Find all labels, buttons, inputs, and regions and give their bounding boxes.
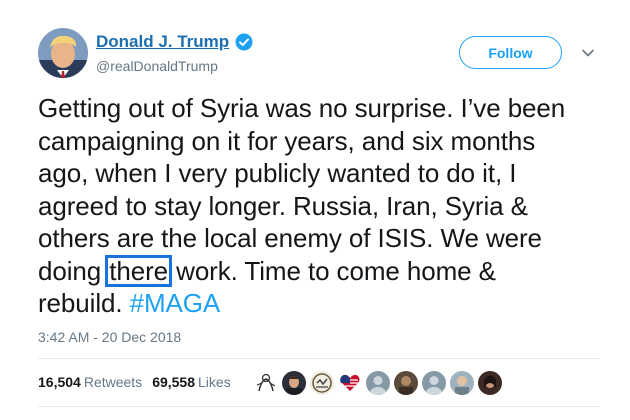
avatar-default-icon <box>422 371 446 395</box>
hashtag-link[interactable]: #MAGA <box>130 288 221 318</box>
divider <box>38 406 600 407</box>
avatar-flag-heart-icon <box>338 371 362 395</box>
user-handle[interactable]: @realDonaldTrump <box>96 58 218 74</box>
liker-avatars <box>254 371 506 395</box>
liker-avatar[interactable] <box>450 371 474 395</box>
engagement-stats: 16,504 Retweets 69,558 Likes <box>38 374 241 390</box>
liker-avatar[interactable] <box>282 371 306 395</box>
tweet-text-segment: doing <box>38 255 109 286</box>
tweet-card: Donald J. Trump @realDonaldTrump Follow … <box>0 0 630 420</box>
avatar-photo-icon <box>394 371 418 395</box>
tweet-line: others are the local enemy of ISIS. We w… <box>38 223 542 253</box>
retweets-count: 16,504 <box>38 374 81 390</box>
profile-avatar[interactable] <box>38 28 88 78</box>
name-row: Donald J. Trump <box>96 32 253 52</box>
highlighted-word: there <box>105 254 173 287</box>
tweet-text: Getting out of Syria was no surprise. I’… <box>38 92 613 320</box>
tweet-timestamp[interactable]: 3:42 AM - 20 Dec 2018 <box>38 329 181 345</box>
tweet-line: campaigning on it for years, and six mon… <box>38 125 536 156</box>
avatar-photo-icon <box>478 371 502 395</box>
liker-avatar[interactable] <box>310 371 334 395</box>
tweet-line: doing there work. Time to come home & <box>38 254 613 288</box>
tweet-line: Getting out of Syria was no surprise. I’… <box>38 93 566 123</box>
avatar-logo-icon <box>310 371 334 395</box>
tweet-text-segment: work. Time to come home & <box>169 255 496 286</box>
profile-photo-icon <box>38 28 88 78</box>
liker-avatar[interactable] <box>366 371 390 395</box>
liker-avatar[interactable] <box>422 371 446 395</box>
chevron-down-icon[interactable] <box>581 46 595 60</box>
liker-avatar[interactable] <box>338 371 362 395</box>
avatar-sketch-icon <box>254 371 278 395</box>
verified-badge-icon <box>235 33 253 51</box>
tweet-line: rebuild. #MAGA <box>38 287 613 320</box>
liker-avatar[interactable] <box>254 371 278 395</box>
liker-avatar[interactable] <box>478 371 502 395</box>
likes-stat[interactable]: 69,558 Likes <box>152 374 231 390</box>
follow-button[interactable]: Follow <box>459 36 562 69</box>
liker-avatar[interactable] <box>394 371 418 395</box>
retweets-label: Retweets <box>83 374 143 390</box>
divider <box>38 358 600 359</box>
avatar-portrait-icon <box>282 371 306 395</box>
likes-label: Likes <box>198 374 231 390</box>
avatar-default-icon <box>366 371 390 395</box>
likes-count: 69,558 <box>152 374 196 390</box>
avatar-photo-icon <box>450 371 474 395</box>
tweet-text-segment: rebuild. <box>38 288 130 318</box>
tweet-line: ago, when I very publicly wanted to do i… <box>38 158 517 188</box>
display-name[interactable]: Donald J. Trump <box>96 32 229 52</box>
retweets-stat[interactable]: 16,504 Retweets <box>38 374 142 390</box>
tweet-line: agreed to stay longer. Russia, Iran, Syr… <box>38 190 528 221</box>
